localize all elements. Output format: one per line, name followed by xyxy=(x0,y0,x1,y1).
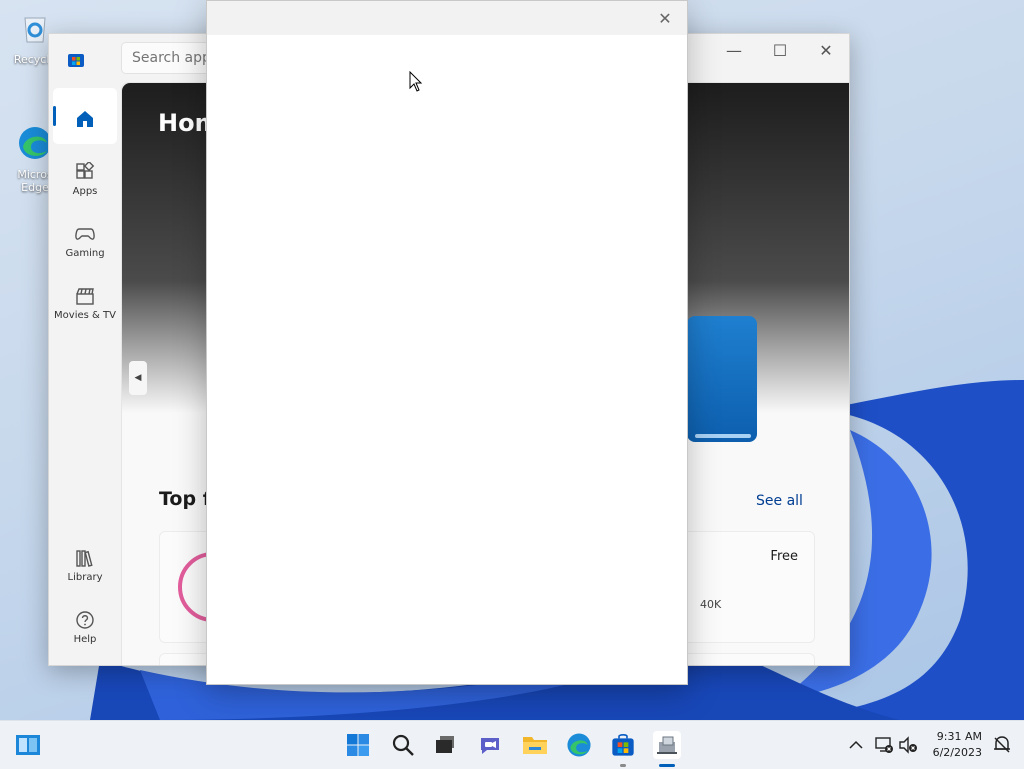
blank-dialog-window: ✕ xyxy=(206,0,688,685)
taskbar-clock[interactable]: 9:31 AM 6/2/2023 xyxy=(933,729,982,761)
library-icon xyxy=(76,550,93,567)
start-icon xyxy=(347,734,369,756)
nav-item-label: Gaming xyxy=(65,248,105,259)
task-view-button[interactable] xyxy=(430,731,458,759)
teams-chat-button[interactable] xyxy=(476,731,504,759)
nav-item-movies-tv[interactable]: Movies & TV xyxy=(53,274,117,330)
hero-card-progress xyxy=(695,434,751,438)
notifications-button[interactable] xyxy=(992,735,1012,755)
store-icon xyxy=(612,734,634,756)
minimize-icon: — xyxy=(726,40,742,60)
network-button[interactable] xyxy=(872,735,896,755)
close-button[interactable]: ✕ xyxy=(803,34,849,66)
running-indicator xyxy=(620,764,626,767)
nav-item-label: Movies & TV xyxy=(54,310,116,321)
app-rating-count: 40K xyxy=(700,598,722,611)
maximize-icon: ☐ xyxy=(772,40,788,60)
task-view-icon xyxy=(436,736,454,753)
nav-item-home[interactable] xyxy=(53,88,117,144)
active-indicator xyxy=(659,764,675,767)
installer-button[interactable] xyxy=(653,731,681,767)
search-icon xyxy=(392,734,414,756)
gamepad-icon xyxy=(75,228,95,240)
edge-icon xyxy=(567,733,591,757)
see-all-link[interactable]: See all xyxy=(756,493,803,509)
teams-chat-icon xyxy=(481,738,499,754)
nav-item-library[interactable]: Library xyxy=(53,536,117,592)
close-icon: ✕ xyxy=(819,40,833,60)
apps-icon xyxy=(76,162,95,179)
help-icon xyxy=(76,611,94,629)
nav-item-apps[interactable]: Apps xyxy=(53,150,117,206)
clapperboard-icon xyxy=(76,288,94,305)
system-tray xyxy=(846,721,920,769)
show-hidden-icons-button[interactable] xyxy=(846,735,866,755)
close-icon: ✕ xyxy=(658,8,672,28)
widgets-icon xyxy=(16,735,40,755)
clock-date: 6/2/2023 xyxy=(932,746,982,759)
volume-button[interactable] xyxy=(896,735,920,755)
taskbar-search-button[interactable] xyxy=(389,731,417,759)
hero-feature-card[interactable] xyxy=(687,316,757,442)
maximize-button[interactable]: ☐ xyxy=(757,34,803,66)
installer-icon xyxy=(657,736,677,754)
store-button[interactable] xyxy=(609,731,637,767)
dialog-title-bar: ✕ xyxy=(207,1,687,35)
dialog-close-button[interactable]: ✕ xyxy=(653,7,677,29)
hero-previous-button[interactable]: ◀ xyxy=(129,361,147,395)
file-explorer-icon xyxy=(523,737,547,754)
chevron-up-icon xyxy=(849,740,863,749)
app-price: Free xyxy=(770,549,798,564)
nav-item-gaming[interactable]: Gaming xyxy=(53,212,117,268)
nav-item-help[interactable]: Help xyxy=(53,598,117,654)
nav-item-label: Help xyxy=(73,634,97,645)
mouse-cursor-icon xyxy=(409,71,423,92)
chevron-left-icon: ◀ xyxy=(134,373,142,383)
widgets-button[interactable] xyxy=(14,731,42,759)
file-explorer-button[interactable] xyxy=(521,731,549,759)
clock-time: 9:31 AM xyxy=(936,730,982,743)
home-icon xyxy=(77,111,93,127)
volume-muted-icon xyxy=(899,736,917,754)
store-logo-icon xyxy=(68,54,84,67)
store-nav-rail: Apps Gaming Movies & TV Library Help xyxy=(49,82,121,665)
taskbar: 9:31 AM 6/2/2023 xyxy=(0,720,1024,769)
edge-button[interactable] xyxy=(565,731,593,759)
minimize-button[interactable]: — xyxy=(711,34,757,66)
nav-item-label: Library xyxy=(67,572,103,583)
nav-item-label: Apps xyxy=(72,186,98,197)
network-disconnected-icon xyxy=(875,737,893,753)
start-button[interactable] xyxy=(344,731,372,759)
notification-do-not-disturb-icon xyxy=(994,736,1010,753)
